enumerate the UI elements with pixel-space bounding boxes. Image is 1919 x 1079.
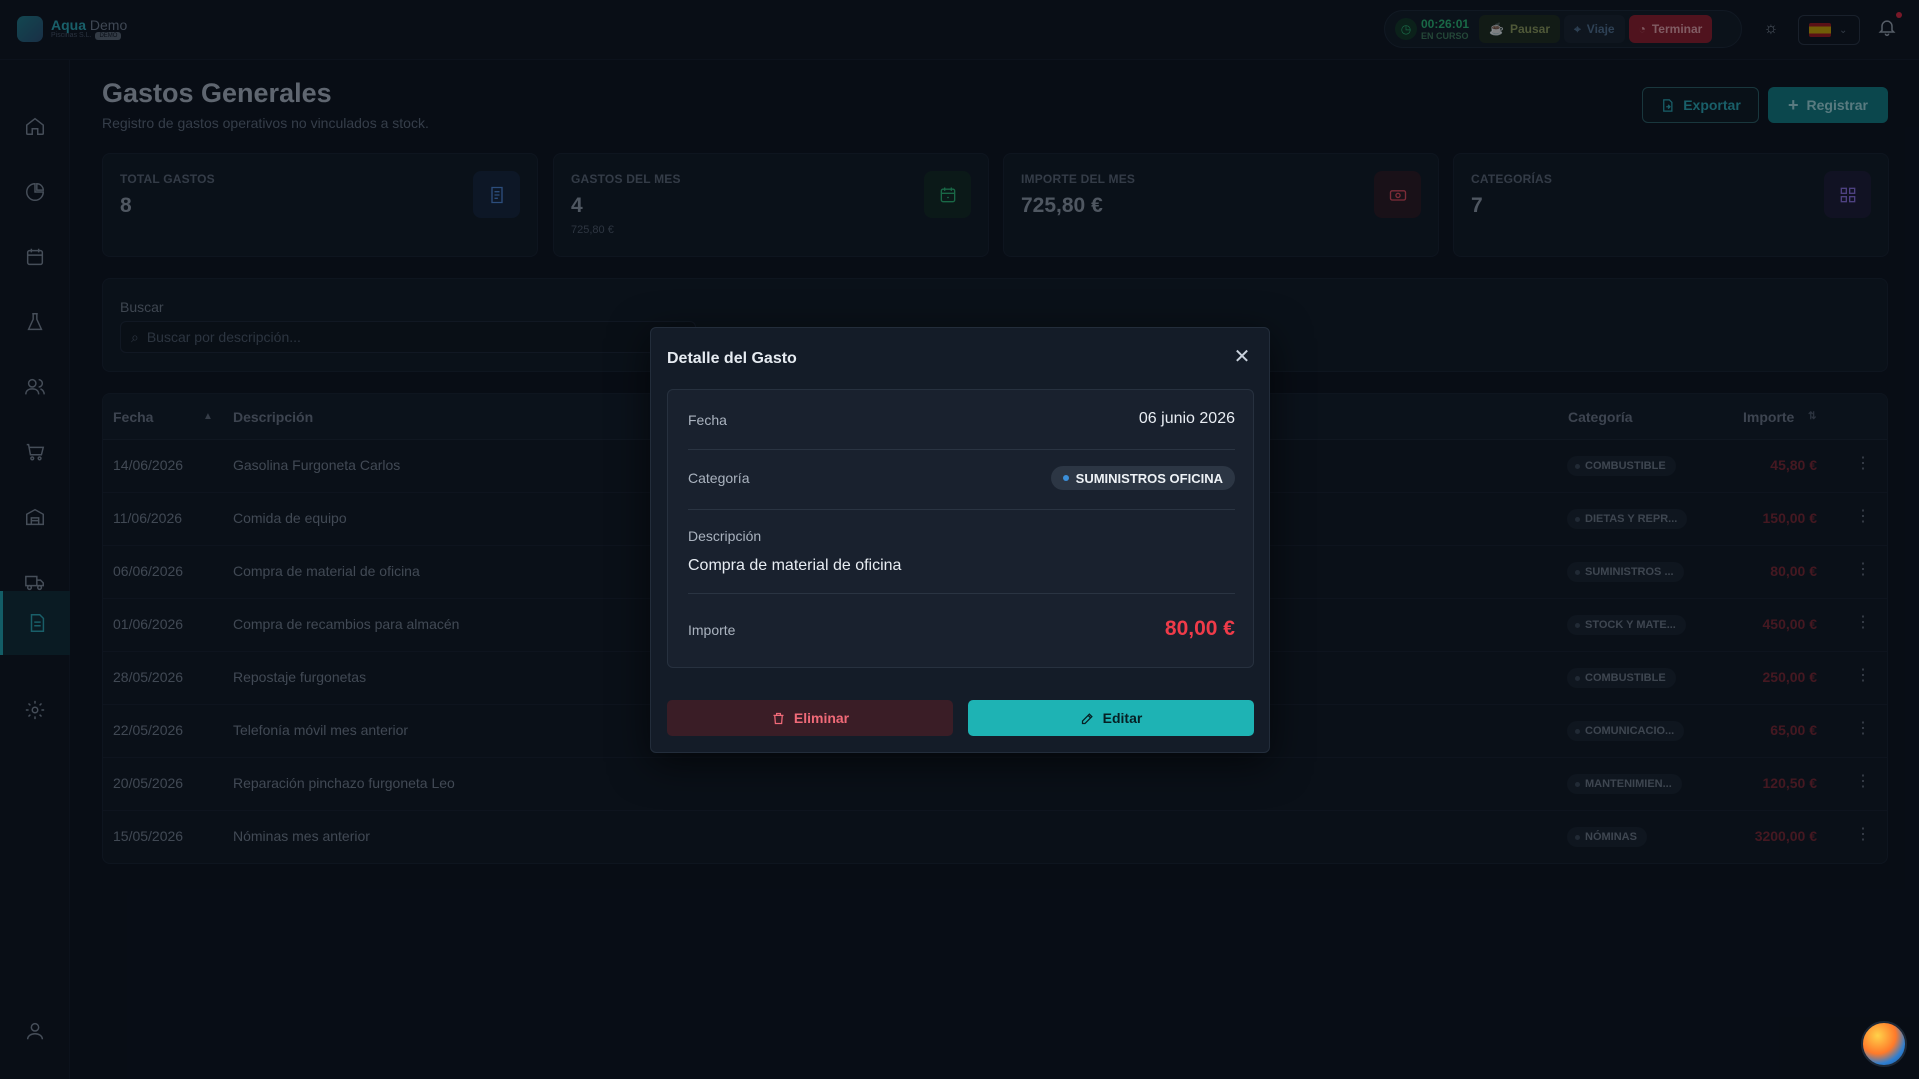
detail-date-row: Fecha 06 junio 2026 [688,410,1235,450]
detail-amount-row: Importe 80,00 € [688,617,1235,652]
date-value: 06 junio 2026 [1138,410,1235,427]
amount-value: 80,00 € [1164,617,1235,640]
assistant-avatar[interactable] [1861,1021,1907,1067]
trash-icon [773,712,784,724]
close-icon[interactable]: ✕ [1231,346,1253,368]
description-label: Descripción [688,528,762,544]
detail-description-row: Descripción Compra de material de oficin… [688,528,1235,594]
category-badge: SUMINISTROS OFICINA [1050,466,1235,490]
amount-label: Importe [688,622,736,638]
expense-detail-modal: Detalle del Gasto ✕ Fecha 06 junio 2026 … [650,327,1270,753]
date-label: Fecha [688,412,727,428]
expense-detail-card: Fecha 06 junio 2026 Categoría SUMINISTRO… [667,389,1254,668]
edit-button[interactable]: Editar [968,700,1254,736]
category-dot [1062,475,1069,481]
delete-button[interactable]: Eliminar [667,700,953,736]
detail-category-row: Categoría SUMINISTROS OFICINA [688,464,1235,510]
category-label: Categoría [688,470,750,486]
description-value: Compra de material de oficina [688,557,902,574]
edit-icon [1081,712,1093,724]
modal-title: Detalle del Gasto [667,350,797,367]
